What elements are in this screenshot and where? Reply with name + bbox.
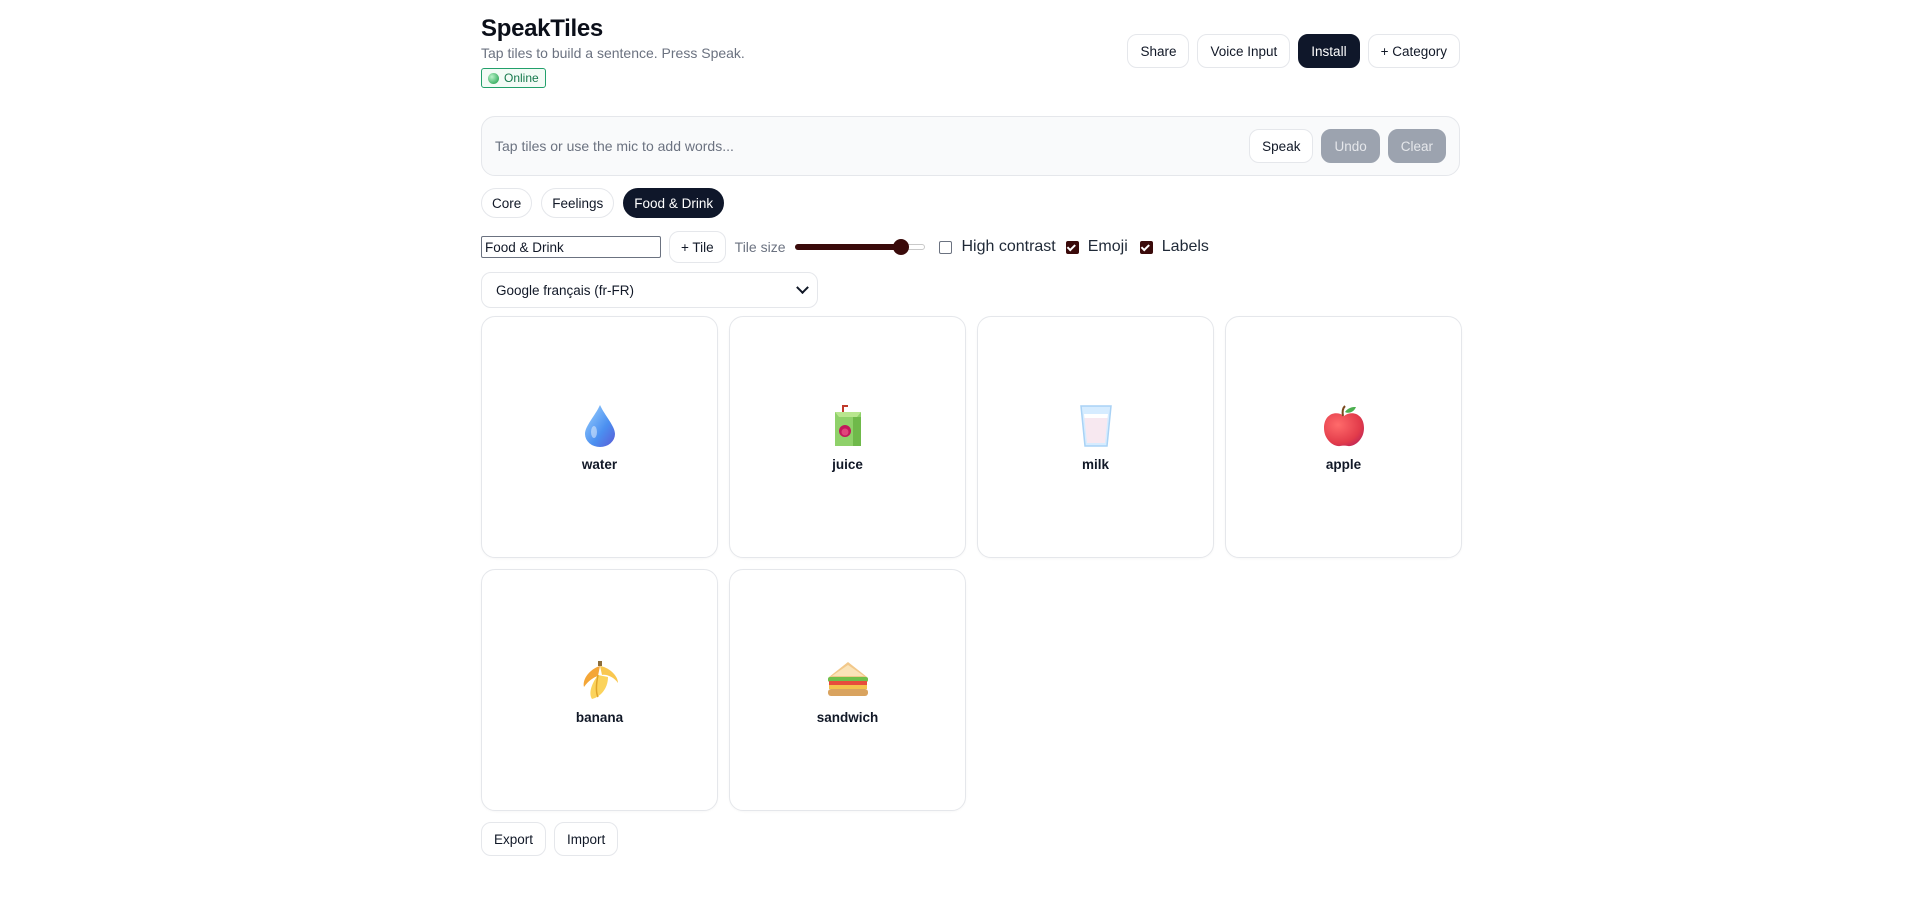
tab-food-drink[interactable]: Food & Drink	[623, 188, 725, 218]
tile-label: apple	[1325, 457, 1362, 472]
tile-apple[interactable]: apple	[1225, 316, 1462, 558]
speak-button[interactable]: Speak	[1249, 129, 1314, 163]
share-button[interactable]: Share	[1127, 34, 1190, 68]
high-contrast-option: High contrast	[939, 238, 1056, 256]
footer-actions: Export Import	[481, 822, 1460, 856]
online-dot-icon	[488, 72, 499, 84]
tile-grid: water juice milk apple banana sandwich	[481, 316, 1462, 811]
tab-core[interactable]: Core	[481, 188, 533, 218]
water-drop-icon	[576, 402, 624, 450]
tile-label: juice	[832, 457, 863, 472]
header: SpeakTiles Tap tiles to build a sentence…	[481, 14, 1460, 92]
tile-size-label: Tile size	[734, 239, 786, 255]
clear-button[interactable]: Clear	[1387, 129, 1446, 163]
app-page: SpeakTiles Tap tiles to build a sentence…	[481, 14, 1462, 856]
banana-icon	[576, 655, 624, 703]
sentence-bar[interactable]: Tap tiles or use the mic to add words...…	[481, 116, 1460, 176]
slider-fill	[795, 244, 901, 250]
tile-juice[interactable]: juice	[729, 316, 966, 558]
voice-select-value: Google français (fr-FR)	[496, 282, 635, 298]
category-name-input[interactable]	[481, 236, 661, 258]
high-contrast-label: High contrast	[961, 238, 1056, 255]
sentence-placeholder: Tap tiles or use the mic to add words...	[495, 138, 734, 154]
labels-checkbox[interactable]	[1139, 240, 1153, 254]
tile-label: sandwich	[816, 710, 879, 725]
add-tile-button[interactable]: + Tile	[669, 231, 726, 263]
tab-feelings[interactable]: Feelings	[541, 188, 615, 218]
status-text: Online	[504, 71, 539, 85]
category-tabs: Core Feelings Food & Drink	[481, 188, 1460, 218]
add-category-button[interactable]: + Category	[1367, 34, 1460, 68]
header-actions: Share Voice Input Install + Category	[1127, 34, 1460, 68]
labels-label: Labels	[1161, 238, 1209, 255]
labels-option: Labels	[1139, 238, 1209, 256]
high-contrast-checkbox[interactable]	[939, 240, 953, 254]
emoji-option: Emoji	[1065, 238, 1128, 256]
emoji-checkbox[interactable]	[1065, 240, 1079, 254]
milk-glass-icon	[1072, 402, 1120, 450]
status-badge: Online	[481, 68, 546, 88]
undo-button[interactable]: Undo	[1321, 129, 1380, 163]
tile-label: water	[581, 457, 618, 472]
slider-thumb[interactable]	[892, 239, 909, 255]
tile-sandwich[interactable]: sandwich	[729, 569, 966, 811]
tile-label: milk	[1081, 457, 1109, 472]
sandwich-icon	[824, 655, 872, 703]
voice-select[interactable]: Google français (fr-FR)	[481, 272, 818, 308]
juice-box-icon	[824, 402, 872, 450]
tile-label: banana	[575, 710, 624, 725]
emoji-label: Emoji	[1087, 238, 1128, 255]
tile-milk[interactable]: milk	[977, 316, 1214, 558]
export-button[interactable]: Export	[481, 822, 547, 856]
install-button[interactable]: Install	[1298, 34, 1360, 68]
import-button[interactable]: Import	[554, 822, 619, 856]
tile-size-slider[interactable]	[795, 239, 926, 255]
tile-water[interactable]: water	[481, 316, 718, 558]
tile-banana[interactable]: banana	[481, 569, 718, 811]
tile-controls: + Tile Tile size High contrast Emoji Lab…	[481, 230, 1460, 264]
voice-input-button[interactable]: Voice Input	[1197, 34, 1291, 68]
sentence-actions: Speak Undo Clear	[1249, 129, 1446, 163]
chevron-down-icon	[796, 280, 809, 294]
apple-icon	[1320, 402, 1368, 450]
